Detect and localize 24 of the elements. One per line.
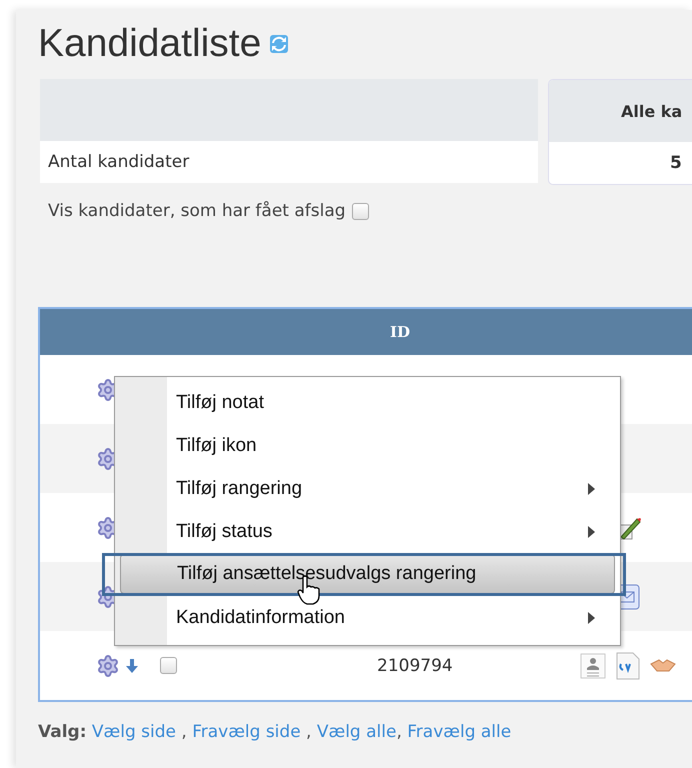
column-header[interactable]: ID <box>390 323 410 341</box>
checkbox-label: Vis kandidater, som har fået afslag <box>48 201 346 221</box>
down-arrow-icon[interactable] <box>126 658 138 672</box>
page-title: Kandidatliste <box>38 22 262 66</box>
selection-label: Valg: <box>38 722 86 742</box>
checkbox[interactable] <box>352 202 369 220</box>
refresh-icon[interactable] <box>269 34 290 54</box>
row-checkbox[interactable] <box>160 657 177 674</box>
document-icon[interactable] <box>616 652 640 680</box>
separator: , <box>396 722 402 742</box>
separator: , <box>180 722 187 742</box>
gear-icon[interactable] <box>96 654 120 678</box>
menu-item[interactable]: Tilføj rangering <box>120 467 615 510</box>
menu-item[interactable]: Tilføj ansættelsesudvalgs rangering <box>120 554 615 594</box>
column-header: Alle ka <box>549 80 692 142</box>
menu-item[interactable]: Tilføj ikon <box>120 424 615 467</box>
id-cell: 2109794 <box>377 656 453 676</box>
separator: , <box>305 722 312 742</box>
menu-item[interactable]: Tilføj notat <box>120 381 615 424</box>
menu-item[interactable]: Kandidatinformation <box>120 596 615 639</box>
row-label: Antal kandidater <box>40 141 538 183</box>
menu-item[interactable]: Tilføj status <box>120 510 615 553</box>
person-card-icon[interactable] <box>580 652 606 678</box>
count-value: 5 <box>669 152 683 175</box>
